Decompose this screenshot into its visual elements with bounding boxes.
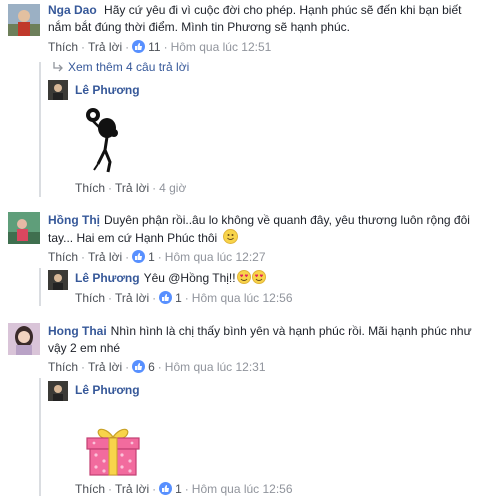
comment-timestamp[interactable]: Hôm qua lúc 12:51: [171, 40, 272, 54]
comment-actions: Thích · Trả lời · 6 · Hôm qua lúc 12:31: [48, 360, 266, 374]
comment-text-line2: tay... Hai em cứ Hạnh Phúc thôi: [48, 231, 218, 245]
avatar-photo-icon: [48, 381, 68, 401]
like-link[interactable]: Thích: [48, 360, 78, 374]
comment-text-line1: Nhìn hình là chị thấy bình yên và hạnh p…: [110, 324, 472, 338]
avatar-hong-thi[interactable]: [8, 212, 40, 244]
view-more-replies-label: Xem thêm 4 câu trả lời: [68, 60, 190, 74]
reply-link[interactable]: Trả lời: [115, 181, 149, 195]
avatar-photo-icon: [8, 323, 40, 355]
like-link[interactable]: Thích: [75, 482, 105, 496]
like-reaction-icon: [132, 40, 146, 53]
reply-actions: Thích · Trả lời · 1 · Hôm qua lúc 12:56: [75, 482, 293, 496]
reply-author[interactable]: Lê Phương: [75, 271, 140, 285]
reaction-count[interactable]: 6: [148, 360, 155, 374]
comment-actions: Thích · Trả lời · 1 · Hôm qua lúc 12:27: [48, 250, 266, 264]
reply-link[interactable]: Trả lời: [88, 40, 122, 54]
comment-author[interactable]: Hong Thai: [48, 324, 107, 338]
comment-author[interactable]: Hồng Thị: [48, 213, 100, 227]
reaction-count[interactable]: 1: [175, 291, 182, 305]
reply-thread-line: [39, 62, 41, 197]
avatar-le-phuong[interactable]: [48, 80, 68, 100]
avatar-le-phuong[interactable]: [48, 381, 68, 401]
comment-hong-thi: Hồng Thị Duyên phận rồi..âu lo không về q…: [48, 212, 488, 247]
heart-eyes-emoji-icon: [236, 270, 251, 284]
like-link[interactable]: Thích: [48, 250, 78, 264]
reply-author[interactable]: Lê Phương: [75, 83, 140, 97]
like-link[interactable]: Thích: [75, 291, 105, 305]
reply-hong-thi: Lê Phương Yêu @Hồng Thị!!: [75, 270, 266, 287]
avatar-photo-icon: [48, 80, 68, 100]
reply-arrow-icon: [53, 62, 63, 72]
reply-author[interactable]: Lê Phương: [75, 383, 140, 397]
avatar-hong-thai[interactable]: [8, 323, 40, 355]
reply-link[interactable]: Trả lời: [88, 250, 122, 264]
avatar-photo-icon: [8, 212, 40, 244]
like-link[interactable]: Thích: [75, 181, 105, 195]
reply-timestamp[interactable]: 4 giờ: [159, 181, 186, 195]
reply-link[interactable]: Trả lời: [115, 291, 149, 305]
dancing-figure-sticker[interactable]: [80, 104, 130, 176]
comment-text-line2: vậy 2 em nhé: [48, 341, 121, 355]
like-reaction-icon: [132, 250, 146, 263]
comment-author[interactable]: Nga Dao: [48, 3, 97, 17]
avatar-nga-dao[interactable]: [8, 4, 40, 36]
avatar-photo-icon: [8, 4, 40, 36]
heart-eyes-emoji-icon: [251, 270, 266, 284]
comment-actions: Thích · Trả lời · 11 · Hôm qua lúc 12:51: [48, 40, 272, 54]
reply-timestamp[interactable]: Hôm qua lúc 12:56: [192, 291, 293, 305]
reaction-count[interactable]: 11: [148, 40, 160, 54]
reply-link[interactable]: Trả lời: [88, 360, 122, 374]
reply-actions: Thích · Trả lời · 1 · Hôm qua lúc 12:56: [75, 291, 293, 305]
reaction-count[interactable]: 1: [148, 250, 155, 264]
reply-text: Yêu @Hồng Thị!!: [143, 271, 236, 285]
comment-text: Hãy cứ yêu đi vì cuộc đời cho phép. Hạnh…: [48, 3, 462, 34]
gift-box-sticker[interactable]: [84, 425, 142, 477]
reply-timestamp[interactable]: Hôm qua lúc 12:56: [192, 482, 293, 496]
view-more-replies[interactable]: Xem thêm 4 câu trả lời: [52, 59, 189, 75]
reply-thread-line: [39, 378, 41, 496]
comment-timestamp[interactable]: Hôm qua lúc 12:31: [165, 360, 266, 374]
reply-thread-line: [39, 268, 41, 306]
comment-nga-dao: Nga Dao Hãy cứ yêu đi vì cuộc đời cho ph…: [48, 2, 488, 36]
comment-text-line1: Duyên phận rồi..âu lo không về quanh đây…: [103, 213, 470, 227]
avatar-photo-icon: [48, 270, 68, 290]
comment-timestamp[interactable]: Hôm qua lúc 12:27: [165, 250, 266, 264]
like-link[interactable]: Thích: [48, 40, 78, 54]
reaction-count[interactable]: 1: [175, 482, 182, 496]
like-reaction-icon: [159, 291, 173, 304]
avatar-le-phuong[interactable]: [48, 270, 68, 290]
comment-hong-thai: Hong Thai Nhìn hình là chị thấy bình yên …: [48, 323, 488, 357]
reply-actions: Thích · Trả lời · 4 giờ: [75, 181, 187, 195]
reply-link[interactable]: Trả lời: [115, 482, 149, 496]
like-reaction-icon: [159, 482, 173, 495]
like-reaction-icon: [132, 360, 146, 373]
smile-emoji-icon: [222, 229, 238, 244]
